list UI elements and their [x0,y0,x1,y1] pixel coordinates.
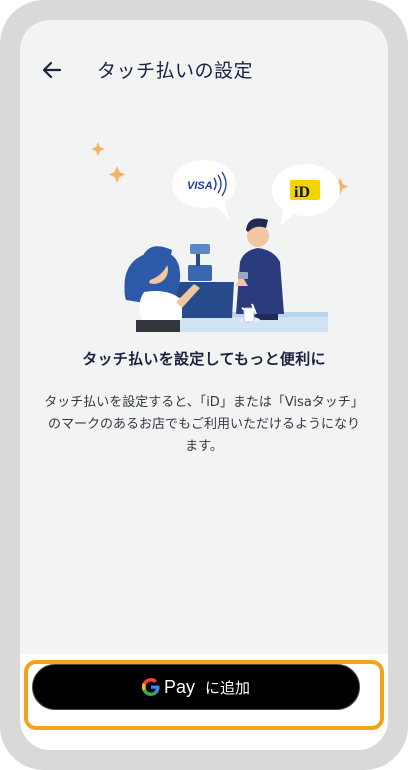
add-to-google-pay-button[interactable]: Pay に追加 [32,664,360,710]
id-logo: iD [294,184,310,201]
description: タッチ払いを設定すると、「iD」または「Visaタッチ」のマークのあるお店でもご… [44,395,364,454]
page-title: タッチ払いの設定 [97,60,254,82]
device-frame: タッチ払いの設定 VISA iD タッチ払いを設定してもっと便利に タッチ払いを… [0,0,408,770]
bottom-action-area: Pay に追加 [20,654,388,750]
pay-label: Pay [163,676,195,697]
app-header: タッチ払いの設定 [20,20,388,120]
visa-logo: VISA [187,180,213,192]
payment-illustration: VISA iD [91,142,349,332]
add-label: に追加 [205,678,251,697]
google-g-icon [141,678,160,696]
customer-figure [236,218,284,320]
back-button[interactable] [40,58,64,82]
app-screen: タッチ払いの設定 VISA iD タッチ払いを設定してもっと便利に タッチ払いを… [20,20,388,750]
id-speech-bubble: iD [272,164,340,226]
visa-speech-bubble: VISA [172,160,236,220]
headline: タッチ払いを設定してもっと便利に [82,350,326,368]
arrow-left-icon [42,61,62,79]
